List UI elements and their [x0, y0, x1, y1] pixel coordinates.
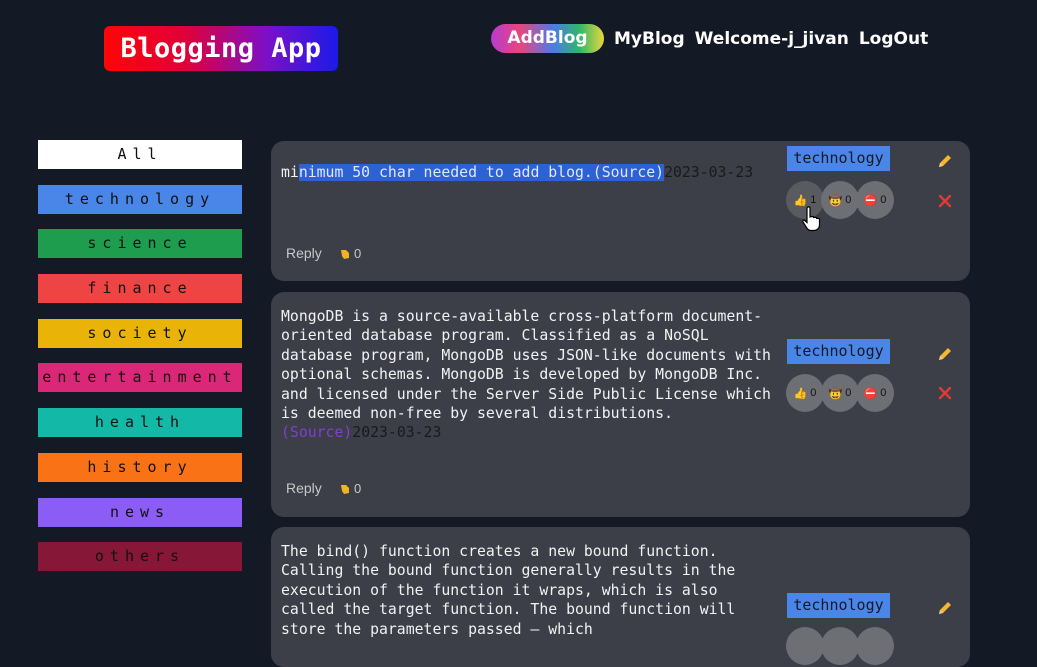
- post-date: 2023-03-23: [664, 164, 754, 181]
- blog-post-card: minimum 50 char needed to add blog.(Sour…: [271, 141, 970, 281]
- category-entertainment[interactable]: entertainment: [38, 363, 242, 393]
- laugh-button[interactable]: 🤠 0: [821, 374, 859, 412]
- no-entry-icon: ⛔: [863, 386, 878, 400]
- source-link[interactable]: (Source): [281, 424, 352, 441]
- dislike-button[interactable]: ⛔ 0: [856, 181, 894, 219]
- no-entry-icon: ⛔: [863, 193, 878, 207]
- mouse-pointer-icon: [802, 206, 821, 232]
- laughing-face-icon: 🤠: [828, 193, 843, 207]
- post-tag[interactable]: technology: [787, 146, 890, 171]
- blog-post-text: MongoDB is a source-available cross-plat…: [281, 308, 771, 442]
- pointing-hand-icon: [341, 485, 349, 494]
- category-science[interactable]: science: [38, 229, 242, 259]
- category-finance[interactable]: finance: [38, 274, 242, 304]
- reaction-bar: [786, 627, 894, 665]
- category-health[interactable]: health: [38, 408, 242, 438]
- laughing-face-icon: 🤠: [828, 386, 843, 400]
- category-list: All technology science finance society e…: [38, 140, 242, 587]
- pencil-icon[interactable]: [937, 600, 953, 616]
- category-technology[interactable]: technology: [38, 184, 242, 214]
- dislike-button[interactable]: [856, 627, 894, 665]
- source-link[interactable]: ource): [610, 164, 665, 181]
- blog-post-text: The bind() function creates a new bound …: [281, 543, 736, 638]
- reply-button[interactable]: Reply: [286, 480, 322, 496]
- close-icon[interactable]: [938, 194, 952, 208]
- category-others[interactable]: others: [38, 542, 242, 572]
- top-nav: AddBlog MyBlog Welcome-j_jivan LogOut: [491, 24, 928, 53]
- app-logo[interactable]: Blogging App: [104, 26, 338, 71]
- reaction-bar: 👍 0 🤠 0 ⛔ 0: [786, 374, 894, 412]
- like-button[interactable]: 👍 0: [786, 374, 824, 412]
- thumbs-up-icon: 👍: [793, 386, 808, 400]
- post-tag[interactable]: technology: [787, 339, 890, 364]
- reply-count[interactable]: 0: [339, 481, 361, 496]
- like-button[interactable]: [786, 627, 824, 665]
- pencil-icon[interactable]: [937, 346, 953, 362]
- category-all[interactable]: All: [38, 140, 242, 169]
- pencil-icon[interactable]: [937, 153, 953, 169]
- welcome-user-link[interactable]: Welcome-j_jivan: [695, 29, 849, 49]
- thumbs-up-icon: 👍: [793, 193, 808, 207]
- reply-button[interactable]: Reply: [286, 245, 322, 261]
- blog-post-card: MongoDB is a source-available cross-plat…: [271, 292, 970, 517]
- add-blog-button[interactable]: AddBlog: [491, 24, 604, 53]
- close-icon[interactable]: [938, 386, 952, 400]
- reply-count[interactable]: 0: [339, 246, 361, 261]
- blog-post-text: minimum 50 char needed to add blog.(Sour…: [281, 164, 754, 181]
- category-society[interactable]: society: [38, 318, 242, 348]
- blog-post-card: The bind() function creates a new bound …: [271, 527, 970, 667]
- category-news[interactable]: news: [38, 497, 242, 527]
- pointing-hand-icon: [341, 250, 349, 259]
- laugh-button[interactable]: [821, 627, 859, 665]
- logout-link[interactable]: LogOut: [859, 29, 928, 49]
- my-blog-link[interactable]: MyBlog: [614, 29, 685, 49]
- dislike-button[interactable]: ⛔ 0: [856, 374, 894, 412]
- post-tag[interactable]: technology: [787, 593, 890, 618]
- laugh-button[interactable]: 🤠 0: [821, 181, 859, 219]
- post-date: 2023-03-23: [352, 424, 442, 442]
- category-history[interactable]: history: [38, 452, 242, 482]
